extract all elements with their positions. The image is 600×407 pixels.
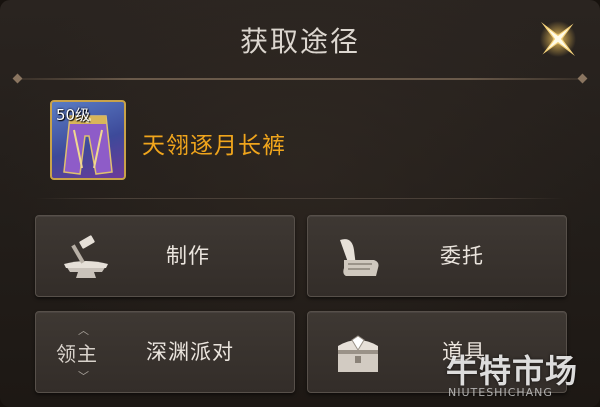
source-item-label: 道具 <box>442 340 486 364</box>
acquisition-dialog: 获取途径 50级 天翎逐月长裤 制作 委托 ︿ 领主 ﹀ 深渊派对 道具 牛特市… <box>0 0 600 407</box>
section-divider <box>36 198 564 199</box>
lord-icon-text: 领主 <box>56 342 98 366</box>
close-star-icon <box>540 21 576 57</box>
source-craft-button[interactable]: 制作 <box>35 215 295 297</box>
dialog-title: 获取途径 <box>239 25 360 58</box>
dialog-header: 获取途径 <box>0 0 600 80</box>
lord-icon: ︿ 领主 ﹀ <box>36 312 116 392</box>
anvil-hammer-icon <box>64 235 108 278</box>
source-commission-label: 委托 <box>440 244 484 268</box>
source-abyss-party-label: 深渊派对 <box>146 340 234 364</box>
header-divider <box>18 78 582 80</box>
close-button[interactable] <box>530 14 586 64</box>
treasure-chest-icon <box>338 335 378 372</box>
item-name: 天翎逐月长裤 <box>142 133 286 159</box>
chevron-down-icon: ﹀ <box>78 370 89 383</box>
source-item-button[interactable]: 道具 <box>307 311 567 393</box>
item-icon[interactable]: 50级 <box>50 100 126 180</box>
source-abyss-party-button[interactable]: ︿ 领主 ﹀ 深渊派对 <box>35 311 295 393</box>
source-commission-button[interactable]: 委托 <box>307 215 567 297</box>
item-level: 50级 <box>56 106 91 124</box>
chevron-up-icon: ︿ <box>78 324 89 337</box>
source-craft-label: 制作 <box>166 244 210 268</box>
quill-scroll-icon <box>340 239 379 276</box>
